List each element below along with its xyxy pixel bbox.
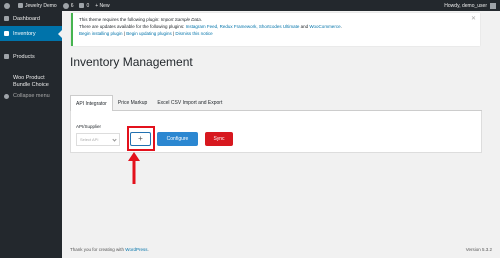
products-icon bbox=[4, 54, 9, 59]
wordpress-logo[interactable] bbox=[4, 2, 12, 9]
avatar bbox=[490, 2, 496, 9]
notice-line-2: There are updates available for the foll… bbox=[79, 23, 474, 30]
label-line-1: Woo Product bbox=[13, 75, 45, 81]
home-icon bbox=[18, 3, 23, 8]
site-name-link[interactable]: Jewelry Demo bbox=[18, 3, 57, 9]
add-api-button[interactable]: + bbox=[130, 132, 151, 146]
footer-text: Thank you for creating with bbox=[70, 247, 126, 252]
configure-button[interactable]: Configure bbox=[157, 132, 198, 146]
collapse-menu-label: Collapse menu bbox=[13, 93, 50, 99]
woocommerce-link[interactable]: WooCommerce bbox=[309, 24, 340, 29]
sidebar-item-products[interactable]: Products bbox=[0, 49, 62, 64]
sidebar-item-label: Dashboard bbox=[13, 15, 40, 22]
collapse-icon bbox=[4, 93, 9, 99]
plugin-notice: ✕ This theme requires the following plug… bbox=[71, 13, 480, 46]
menu-separator bbox=[0, 64, 62, 72]
admin-bar: Jewelry Demo 6 0 + New Howdy, demo_user bbox=[0, 0, 500, 11]
notice-text: This theme requires the following plugin… bbox=[79, 17, 161, 22]
tab-bar: API Integrator Price Markup Excel CSV Im… bbox=[70, 95, 482, 112]
sync-button[interactable]: Sync bbox=[205, 132, 233, 146]
api-supplier-select[interactable]: Select API bbox=[76, 133, 120, 146]
admin-sidebar: Dashboard Inventory Products Woo Product… bbox=[0, 11, 62, 258]
tab-excel-csv-import-export[interactable]: Excel CSV Import and Export bbox=[152, 95, 227, 111]
footer-thanks: Thank you for creating with WordPress. bbox=[70, 247, 149, 252]
notice-text: and bbox=[299, 24, 310, 29]
page-title: Inventory Management bbox=[70, 55, 193, 69]
dashboard-icon bbox=[4, 16, 9, 21]
updates-link[interactable]: 6 bbox=[62, 2, 74, 9]
tab-api-integrator[interactable]: API Integrator bbox=[70, 95, 113, 112]
new-content-link[interactable]: + New bbox=[95, 3, 109, 9]
new-label: + New bbox=[95, 2, 110, 9]
menu-separator bbox=[0, 41, 62, 49]
greeting: Howdy, demo_user bbox=[444, 2, 487, 9]
api-integrator-panel: API/Supplier Select API + Configure Sync bbox=[70, 111, 482, 153]
sidebar-item-label: Inventory bbox=[13, 30, 36, 37]
sidebar-item-label: Products bbox=[13, 53, 35, 60]
comments-count: 0 bbox=[86, 2, 90, 9]
footer-text: . bbox=[147, 247, 149, 252]
sidebar-item-woo-product-bundle-choice[interactable]: Woo Product Bundle Choice bbox=[0, 72, 62, 90]
begin-updating-link[interactable]: Begin updating plugins bbox=[126, 31, 172, 36]
tab-price-markup[interactable]: Price Markup bbox=[113, 95, 152, 111]
refresh-icon bbox=[62, 2, 69, 9]
notice-text: There are updates available for the foll… bbox=[79, 24, 186, 29]
required-plugin-name: Import Sample Data bbox=[160, 17, 201, 22]
notice-text: . bbox=[200, 17, 203, 22]
inventory-icon bbox=[4, 31, 9, 36]
updates-count: 6 bbox=[70, 2, 74, 9]
footer-version: Version 5.3.2 bbox=[465, 247, 492, 252]
collapse-menu-button[interactable]: Collapse menu bbox=[0, 90, 62, 102]
account-menu[interactable]: Howdy, demo_user bbox=[444, 2, 496, 9]
plugin-links[interactable]: Instagram Feed, Redux Framework, Shortco… bbox=[186, 24, 300, 29]
dismiss-notice-link[interactable]: Dismiss this notice bbox=[175, 31, 212, 36]
close-icon[interactable]: ✕ bbox=[471, 16, 476, 23]
notice-line-1: This theme requires the following plugin… bbox=[79, 16, 474, 23]
notice-actions: Begin installing plugin | Begin updating… bbox=[79, 30, 474, 37]
sidebar-item-label: Woo Product Bundle Choice bbox=[13, 75, 49, 88]
chevron-down-icon bbox=[112, 137, 117, 142]
select-placeholder: Select API bbox=[80, 137, 99, 142]
comments-link[interactable]: 0 bbox=[79, 3, 89, 9]
sidebar-item-inventory[interactable]: Inventory bbox=[0, 26, 62, 41]
wordpress-icon bbox=[4, 2, 10, 9]
red-up-arrow-icon bbox=[128, 152, 140, 184]
begin-installing-link[interactable]: Begin installing plugin bbox=[79, 31, 123, 36]
site-name: Jewelry Demo bbox=[25, 2, 57, 9]
api-supplier-label: API/Supplier bbox=[76, 124, 102, 129]
sidebar-item-dashboard[interactable]: Dashboard bbox=[0, 11, 62, 26]
label-line-2: Bundle Choice bbox=[13, 81, 49, 88]
comment-icon bbox=[79, 3, 85, 8]
notice-text: . bbox=[340, 24, 342, 29]
wordpress-link[interactable]: WordPress bbox=[125, 247, 147, 252]
